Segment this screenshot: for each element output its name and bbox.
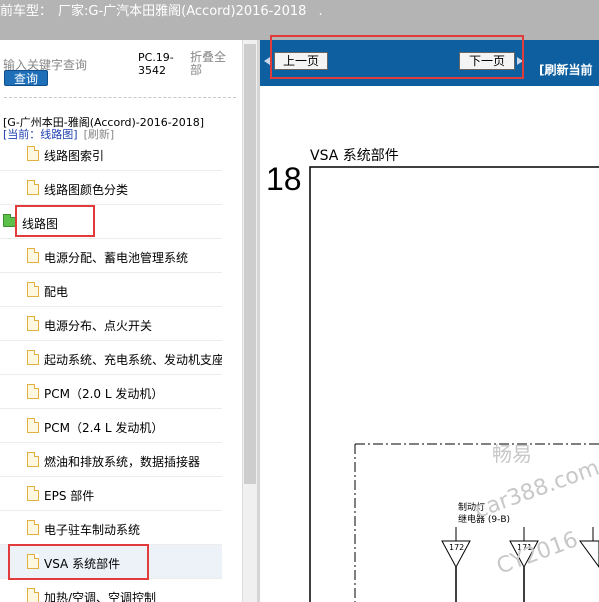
scrollbar-thumb[interactable] xyxy=(244,44,256,484)
tree-item-label: VSA 系统部件 xyxy=(44,557,121,571)
sidebar: 输入关键字查询 查询 PC.19-3542 折叠全部 [G-广州本田-雅阁(Ac… xyxy=(0,40,258,602)
title-bar: 前车型： 厂家:G-广汽本田雅阁(Accord)2016-2018. xyxy=(0,0,599,40)
document-icon xyxy=(27,316,39,331)
document-icon xyxy=(27,282,39,297)
tree-item-vsa[interactable]: VSA 系统部件 xyxy=(0,545,222,579)
collapse-all-link[interactable]: 折叠全部 xyxy=(190,51,230,77)
divider xyxy=(4,97,236,98)
page-nav-bar: 上一页 下一页 [刷新当前 xyxy=(260,40,599,86)
tree-item-power-distribution-battery[interactable]: 电源分配、蓄电池管理系统 xyxy=(0,239,222,273)
tree-item-label: 配电 xyxy=(44,285,69,299)
query-button[interactable]: 查询 xyxy=(4,70,48,86)
diagram-title: VSA 系统部件 xyxy=(310,148,399,164)
vehicle-dot: . xyxy=(318,4,323,19)
tree-item-label: PCM（2.4 L 发动机） xyxy=(44,421,164,435)
document-icon xyxy=(27,520,39,535)
pc-code: PC.19-3542 xyxy=(138,51,174,77)
tree-item-label: 起动系统、充电系统、发动机支座 xyxy=(44,353,222,367)
refresh-current-link[interactable]: [刷新当前 xyxy=(539,61,593,78)
page-number: 18 xyxy=(266,161,302,197)
tree-item-wiring-colors[interactable]: 线路图颜色分类 xyxy=(0,171,222,205)
document-icon xyxy=(27,486,39,501)
tree-item-eps[interactable]: EPS 部件 xyxy=(0,477,222,511)
prev-page-button[interactable]: 上一页 xyxy=(274,52,328,70)
folder-open-icon xyxy=(3,214,17,227)
connector-pin-partial xyxy=(579,540,599,568)
document-icon xyxy=(27,146,39,161)
vehicle-value: 厂家:G-广汽本田雅阁(Accord)2016-2018 xyxy=(58,4,307,19)
tree-item-pcm-2-4[interactable]: PCM（2.4 L 发动机） xyxy=(0,409,222,443)
pin-label-172: 172 xyxy=(449,543,464,552)
tree-item-wiring-index[interactable]: 线路图索引 xyxy=(0,137,222,171)
tree-item-label: 加热/空调、空调控制 xyxy=(44,591,157,602)
document-icon xyxy=(27,248,39,263)
watermark-text-1: 畅易 xyxy=(492,442,532,466)
tree-item-label: 电子驻车制动系统 xyxy=(44,523,141,537)
document-icon xyxy=(27,350,39,365)
tree-item-starting-charging[interactable]: 起动系统、充电系统、发动机支座 xyxy=(0,341,222,375)
document-icon xyxy=(27,418,39,433)
tree-item-label: 线路图颜色分类 xyxy=(44,183,129,197)
tree-item-hvac[interactable]: 加热/空调、空调控制 xyxy=(0,579,222,602)
tree-item-label: PCM（2.0 L 发动机） xyxy=(44,387,164,401)
vehicle-label: 前车型： xyxy=(0,4,53,19)
wiring-diagram[interactable]: 18 VSA 系统部件 制动灯 继电器 (9-B) 172 171 畅易 car… xyxy=(260,86,599,602)
document-icon xyxy=(27,588,39,602)
content-pane: 上一页 下一页 [刷新当前 18 VSA 系统部件 制动灯 继电器 (9-B) … xyxy=(260,40,599,602)
tree-item-label: EPS 部件 xyxy=(44,489,95,503)
tree-item-power-supply[interactable]: 配电 xyxy=(0,273,222,307)
watermark-text-2: car388.com xyxy=(472,455,599,523)
tree-item-label: 线路图 xyxy=(22,217,59,231)
tree-item-label: 燃油和排放系统，数据插接器 xyxy=(44,455,201,469)
document-icon xyxy=(27,180,39,195)
tree-item-label: 电源分布、点火开关 xyxy=(44,319,153,333)
sidebar-scrollbar[interactable] xyxy=(242,40,257,602)
tree-item-parking-brake[interactable]: 电子驻车制动系统 xyxy=(0,511,222,545)
search-area: 输入关键字查询 查询 PC.19-3542 折叠全部 xyxy=(0,40,258,98)
document-icon xyxy=(27,452,39,467)
arrow-left-icon xyxy=(264,57,270,65)
tree-item-label: 电源分配、蓄电池管理系统 xyxy=(44,251,189,265)
tree-item-label: 线路图索引 xyxy=(44,149,105,163)
tree-item-wiring-diagrams[interactable]: 线路图 xyxy=(0,205,222,239)
tree-item-pcm-2-0[interactable]: PCM（2.0 L 发动机） xyxy=(0,375,222,409)
watermark-text-3: CY2016 xyxy=(494,527,582,579)
document-icon xyxy=(27,384,39,399)
arrow-right-icon xyxy=(517,57,523,65)
tree-item-ignition[interactable]: 电源分布、点火开关 xyxy=(0,307,222,341)
next-page-button[interactable]: 下一页 xyxy=(459,52,515,70)
document-icon xyxy=(27,554,39,569)
tree-item-fuel-emission[interactable]: 燃油和排放系统，数据插接器 xyxy=(0,443,222,477)
